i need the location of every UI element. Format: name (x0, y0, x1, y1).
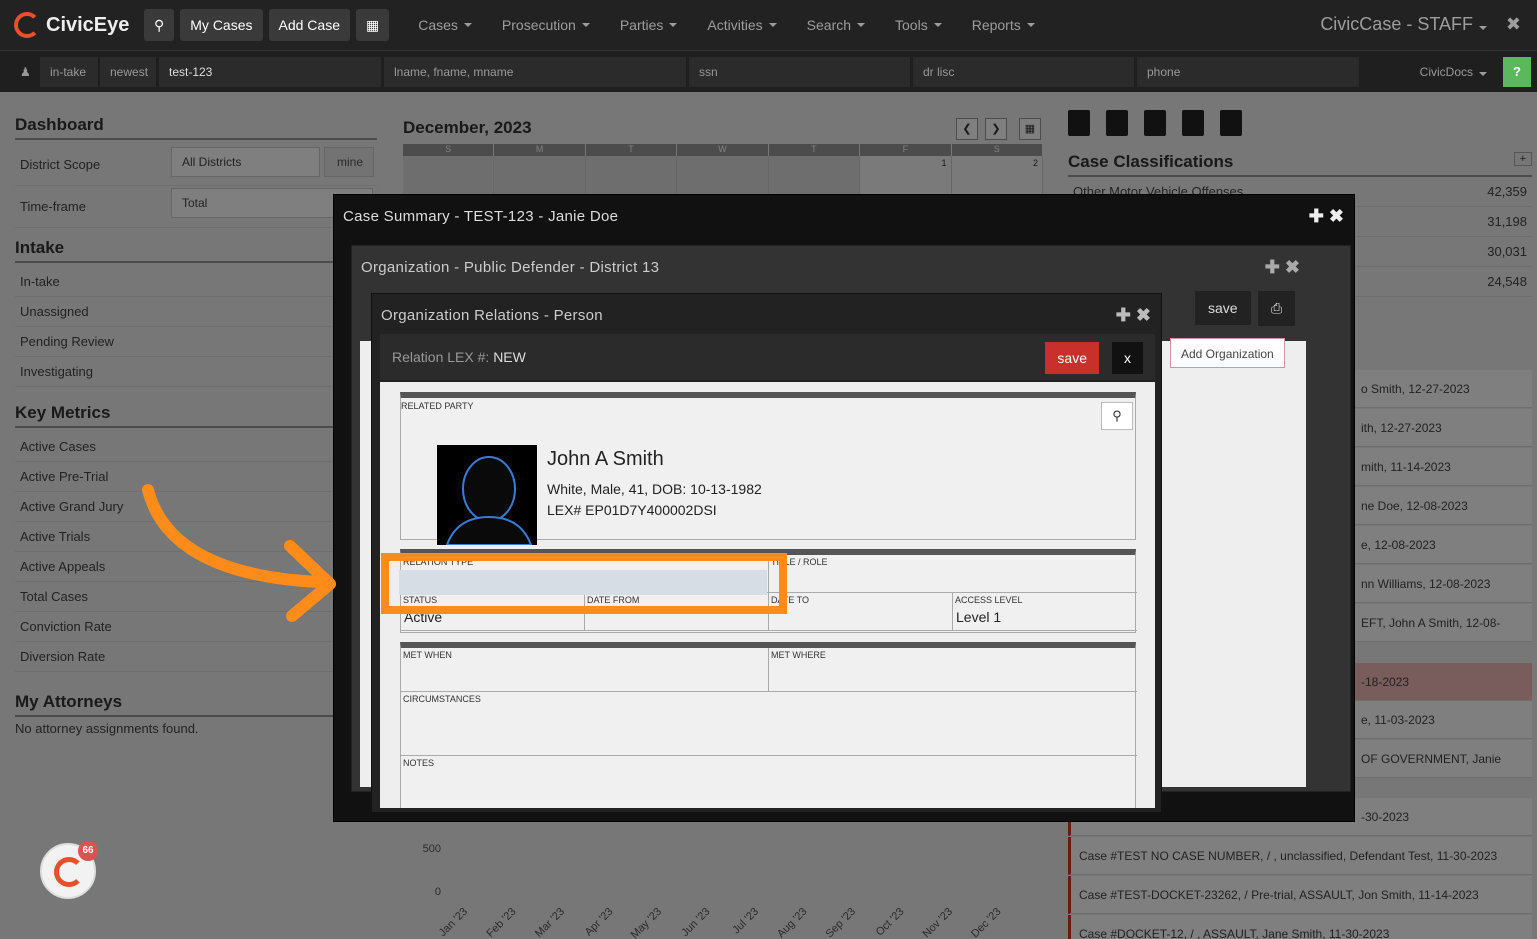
relation-lex-value: NEW (493, 349, 526, 365)
ssn-input[interactable]: ssn (689, 57, 910, 87)
close-icon[interactable]: ✖ (1285, 257, 1300, 277)
expand-icon[interactable]: ✚ (1116, 305, 1131, 325)
notification-badge: 66 (78, 841, 98, 861)
related-party-search-button[interactable]: ⚲ (1101, 402, 1133, 430)
app-name-menu[interactable]: CivicCase - STAFF (1320, 14, 1487, 35)
cancel-button[interactable]: x (1112, 342, 1143, 374)
person-photo (437, 445, 537, 546)
top-navbar: CivicEye ⚲ My Cases Add Case ▦ Cases Pro… (0, 0, 1537, 50)
related-party-label: RELATED PARTY (401, 401, 474, 411)
add-case-button[interactable]: Add Case (268, 9, 350, 41)
menu-label: Activities (707, 17, 763, 33)
expand-icon[interactable]: ✚ (1309, 206, 1324, 226)
chevron-down-icon (768, 23, 777, 27)
chevron-down-icon (1479, 72, 1487, 76)
user-icon[interactable]: ♟ (10, 57, 36, 87)
civiceye-logo-icon (14, 12, 40, 38)
dialog-title: Organization Relations - Person (381, 307, 603, 324)
case-number-input[interactable]: test-123 (159, 57, 381, 87)
newest-filter[interactable]: newest (100, 57, 156, 87)
help-button[interactable]: ? (1503, 57, 1531, 87)
met-when-field[interactable] (401, 648, 769, 692)
related-party-section: RELATED PARTY ⚲ John A Smith White, Male… (400, 392, 1136, 546)
relation-header: Relation LEX #: NEW save x (380, 334, 1155, 380)
circumstances-field[interactable] (401, 692, 1137, 756)
chevron-down-icon (1026, 23, 1035, 27)
drivers-license-input[interactable]: dr lisc (913, 57, 1134, 87)
civiceye-logo-icon (54, 857, 84, 887)
menu-label: Prosecution (501, 17, 576, 33)
menu-label: Cases (418, 17, 458, 33)
chevron-down-icon (463, 23, 472, 27)
search-button[interactable]: ⚲ (144, 9, 175, 41)
access-level-label: ACCESS LEVEL (955, 595, 1023, 605)
menu-search[interactable]: Search (806, 17, 866, 33)
chevron-down-icon (857, 23, 866, 27)
brand-logo[interactable]: CivicEye (14, 12, 144, 38)
highlight-box (381, 553, 787, 614)
person-description: White, Male, 41, DOB: 10-13-1982 (547, 481, 762, 497)
name-input[interactable]: lname, fname, mname (384, 57, 686, 87)
close-icon[interactable]: ✖ (1506, 14, 1521, 35)
menu-label: Tools (895, 17, 928, 33)
printer-icon: ⎙ (1271, 300, 1283, 316)
app-name: CivicCase - STAFF (1320, 14, 1473, 34)
brand-name: CivicEye (46, 13, 130, 36)
menu-cases[interactable]: Cases (418, 17, 472, 33)
chevron-down-icon (1479, 26, 1487, 30)
person-lex: LEX# EP01D7Y400002DSI (547, 502, 717, 518)
menu-tools[interactable]: Tools (895, 17, 942, 33)
civicdocs-menu[interactable]: CivicDocs (1420, 65, 1487, 79)
dialog-controls: ✚ ✖ (1116, 305, 1151, 326)
org-save-button[interactable]: save (1195, 291, 1251, 325)
dialog-controls: ✚ ✖ (1309, 206, 1344, 227)
person-name[interactable]: John A Smith (547, 448, 664, 471)
person-silhouette-icon (445, 456, 533, 546)
chevron-down-icon (933, 23, 942, 27)
my-cases-button[interactable]: My Cases (180, 9, 263, 41)
relation-lex-label: Relation LEX #: (392, 349, 490, 365)
met-when-label: MET WHEN (403, 650, 452, 660)
org-print-button[interactable]: ⎙ (1258, 291, 1296, 326)
menu-parties[interactable]: Parties (620, 17, 678, 33)
save-button[interactable]: save (1045, 342, 1099, 374)
quick-search-bar: ♟ in-take newest test-123 lname, fname, … (0, 50, 1537, 92)
search-icon: ⚲ (1112, 408, 1122, 423)
intake-filter[interactable]: in-take (40, 57, 98, 87)
phone-input[interactable]: phone (1137, 57, 1359, 87)
chevron-down-icon (669, 23, 678, 27)
calculator-icon: ▦ (365, 16, 380, 33)
dialog-title: Organization - Public Defender - Distric… (361, 259, 660, 276)
notes-label: NOTES (403, 758, 435, 768)
expand-icon[interactable]: ✚ (1265, 257, 1280, 277)
dialog-controls: ✚ ✖ (1265, 257, 1300, 278)
menu-label: Reports (971, 17, 1021, 33)
annotation-arrow-icon (142, 484, 336, 622)
add-organization-button[interactable]: Add Organization (1170, 338, 1285, 368)
menu-reports[interactable]: Reports (972, 17, 1035, 33)
circumstances-label: CIRCUMSTANCES (403, 694, 481, 704)
civicdocs-label: CivicDocs (1419, 65, 1473, 79)
close-icon[interactable]: ✖ (1329, 206, 1344, 226)
met-where-label: MET WHERE (771, 650, 826, 660)
dialog-title: Case Summary - TEST-123 - Janie Doe (343, 208, 619, 225)
access-level-value: Level 1 (956, 609, 1002, 625)
chevron-down-icon (581, 23, 590, 27)
menu-label: Search (806, 17, 852, 33)
menu-prosecution[interactable]: Prosecution (502, 17, 590, 33)
calculator-button[interactable]: ▦ (355, 9, 390, 41)
close-icon[interactable]: ✖ (1136, 305, 1151, 325)
menu-activities[interactable]: Activities (707, 17, 777, 33)
meeting-section: MET WHEN MET WHERE CIRCUMSTANCES NOTES (400, 642, 1137, 808)
search-icon: ⚲ (154, 16, 165, 33)
menu-label: Parties (619, 17, 664, 33)
